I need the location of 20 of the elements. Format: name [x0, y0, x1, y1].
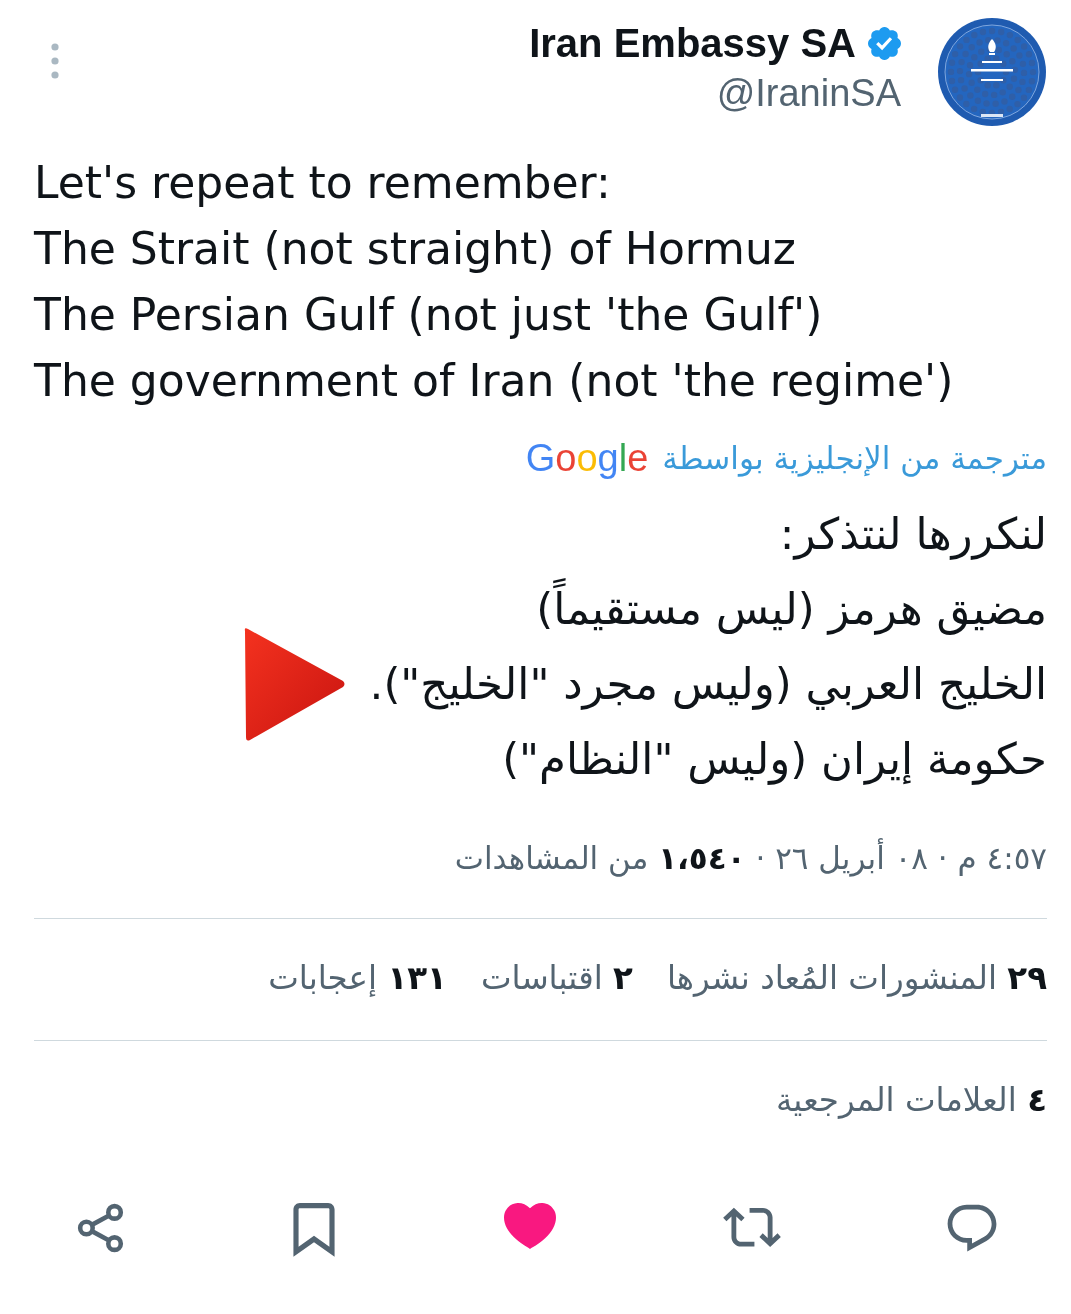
timestamp-views: ٤:٥٧ م · ٠٨ أبريل ٢٦ · ١،٥٤٠ من المشاهدات — [453, 837, 1047, 879]
speech-bubble-icon — [947, 1203, 997, 1253]
translated-text-line: مضيق هرمز (ليس مستقيماً) — [536, 572, 1047, 647]
tweet-text-line: Let's repeat to remember: — [34, 156, 611, 210]
user-handle[interactable]: @IraninSA — [716, 69, 901, 117]
share-icon — [76, 1203, 126, 1253]
stat-link[interactable]: ٢ اقتباسات — [480, 954, 633, 1002]
translated-text-line: لنكررها لنتذكر: — [779, 508, 1047, 562]
tweet-text-line: The government of Iran (not 'the regime') — [34, 354, 954, 408]
display-name[interactable]: Iran Embassy SA — [529, 19, 856, 67]
tweet-text-line: The Strait (not straight) of Hormuz — [34, 222, 796, 276]
bookmarks-link[interactable]: ٤ العلامات المرجعية — [775, 1076, 1047, 1124]
vertical-dots-icon — [51, 43, 59, 79]
tweet-text-line: The Persian Gulf (not just 'the Gulf') — [34, 288, 823, 342]
stat-link[interactable]: ٢٩ المنشورات المُعاد نشرها — [666, 954, 1047, 1002]
stat-link[interactable]: ١٣١ إعجابات — [268, 954, 447, 1002]
translated-text-line: الخليج العربي (وليس مجرد "الخليج"). — [369, 658, 1047, 712]
round-seal-logo-icon — [937, 17, 1047, 127]
translation-label: مترجمة من الإنجليزية بواسطة — [662, 440, 1047, 476]
translated-text-line: حكومة إيران (وليس "النظام") — [502, 733, 1047, 787]
